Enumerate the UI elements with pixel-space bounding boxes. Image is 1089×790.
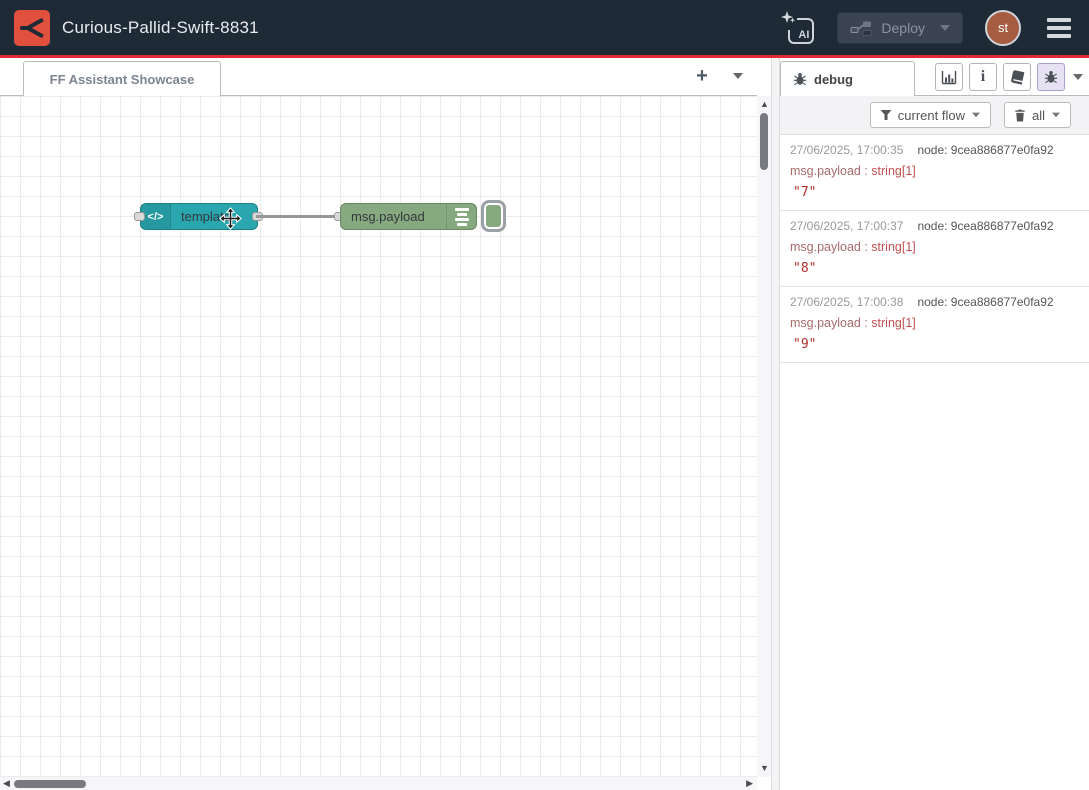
message-type: string[1] [871,316,915,330]
scroll-down-arrow[interactable]: ▼ [760,764,769,773]
bug-icon [793,72,807,86]
ai-assistant-button[interactable]: AI [781,11,815,45]
horizontal-scroll-thumb[interactable] [14,780,86,788]
wire-template-to-debug[interactable] [256,215,342,218]
message-value: "9" [790,337,1079,352]
template-node[interactable]: </> template [140,203,258,230]
message-property-path: msg.payload : [790,240,871,254]
sidebar-panel-buttons: i [935,63,1065,91]
help-panel-button[interactable] [1003,63,1031,91]
message-property-path: msg.payload : [790,164,871,178]
debug-message[interactable]: 27/06/2025, 17:00:35 node: 9cea886877e0f… [780,135,1089,211]
scroll-up-arrow[interactable]: ▲ [760,100,769,109]
sparkle-icon [781,11,797,30]
filter-caret [972,113,980,118]
scroll-right-arrow[interactable]: ▶ [746,779,753,788]
message-timestamp: 27/06/2025, 17:00:37 [790,219,903,233]
sidebar-splitter[interactable] [771,58,780,790]
trash-icon [1014,109,1026,122]
main-menu-button[interactable] [1043,14,1075,42]
deploy-button[interactable]: Deploy [837,12,963,44]
message-property-path: msg.payload : [790,316,871,330]
branch-glyph [19,15,45,41]
book-icon [1008,68,1026,86]
tab-debug[interactable]: debug [780,61,915,96]
header: Curious-Pallid-Swift-8831 AI D [0,0,1089,58]
flow-list-caret[interactable] [733,73,743,79]
sidebar: debug i [780,58,1089,790]
debug-clear-button[interactable]: all [1004,102,1071,128]
flow-canvas[interactable]: </> template msg.payload [0,96,757,777]
clear-caret [1052,113,1060,118]
debug-message-list: 27/06/2025, 17:00:35 node: 9cea886877e0f… [780,135,1089,363]
scroll-left-arrow[interactable]: ◀ [3,779,10,788]
bug-icon [1044,70,1058,84]
hamburger-icon [1047,18,1071,22]
message-timestamp: 27/06/2025, 17:00:38 [790,295,903,309]
info-icon: i [981,69,985,85]
message-node-id: node: 9cea886877e0fa92 [917,219,1053,233]
deploy-dropdown-caret[interactable] [940,25,950,31]
bar-chart-icon [941,69,957,85]
debug-message[interactable]: 27/06/2025, 17:00:38 node: 9cea886877e0f… [780,287,1089,363]
message-node-id: node: 9cea886877e0fa92 [917,143,1053,157]
debug-panel-button[interactable] [1037,63,1065,91]
debug-enable-toggle[interactable] [481,200,506,232]
message-value: "7" [790,185,1079,200]
avatar-initials: st [998,20,1008,35]
funnel-icon [880,109,892,121]
add-flow-button[interactable]: + [689,63,715,89]
template-code-icon: </> [141,204,171,229]
message-type: string[1] [871,164,915,178]
message-value: "8" [790,261,1079,276]
console-lines-icon [446,204,476,229]
filter-label: current flow [898,108,965,123]
canvas-horizontal-scrollbar[interactable]: ◀ ▶ [0,777,757,790]
node-red-editor: Curious-Pallid-Swift-8831 AI D [0,0,1089,790]
message-type: string[1] [871,240,915,254]
instance-title: Curious-Pallid-Swift-8831 [62,18,259,38]
flowfuse-logo-icon[interactable] [14,10,50,46]
debug-filter-button[interactable]: current flow [870,102,991,128]
user-avatar[interactable]: st [985,10,1021,46]
debug-toolbar: current flow all [780,96,1089,135]
workspace-tabbar: FF Assistant Showcase + [0,58,757,96]
template-input-port[interactable] [134,212,145,221]
info-panel-button[interactable]: i [969,63,997,91]
deploy-nodes-icon [850,18,872,37]
message-timestamp: 27/06/2025, 17:00:35 [790,143,903,157]
clear-label: all [1032,108,1045,123]
deploy-label: Deploy [881,20,925,36]
dashboard-chart-button[interactable] [935,63,963,91]
debug-node[interactable]: msg.payload [340,203,477,230]
debug-tab-label: debug [814,72,853,87]
template-node-label: template [171,209,241,224]
tab-label: FF Assistant Showcase [50,72,195,87]
sidebar-tabbar: debug i [780,58,1089,96]
sidebar-overflow-caret[interactable] [1073,74,1083,80]
vertical-scroll-thumb[interactable] [760,113,768,170]
tab-ff-assistant-showcase[interactable]: FF Assistant Showcase [23,61,221,96]
header-actions: AI Deploy st [781,10,1075,46]
canvas-vertical-scrollbar[interactable]: ▲ ▼ [757,96,771,777]
debug-message[interactable]: 27/06/2025, 17:00:37 node: 9cea886877e0f… [780,211,1089,287]
debug-node-label: msg.payload [341,209,435,224]
message-node-id: node: 9cea886877e0fa92 [917,295,1053,309]
